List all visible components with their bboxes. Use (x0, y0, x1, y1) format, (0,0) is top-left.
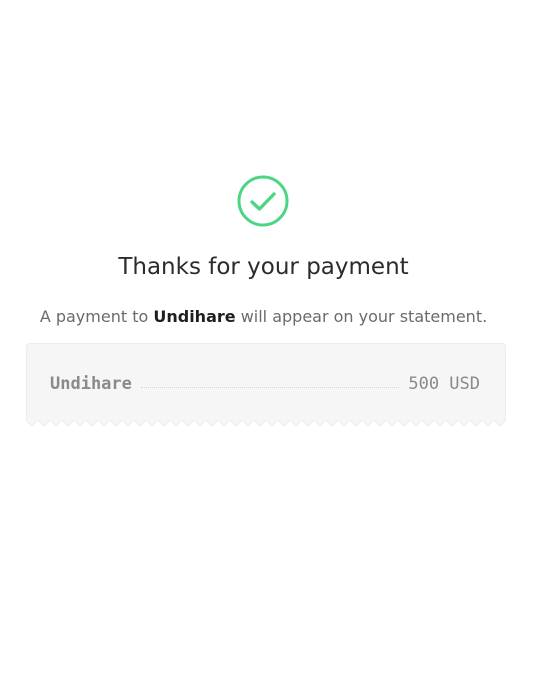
message-suffix: will appear on your statement. (235, 307, 488, 326)
message-prefix: A payment to (39, 307, 154, 326)
receipt-torn-edge (26, 420, 506, 430)
receipt-amount: 500 USD (408, 374, 480, 394)
receipt-merchant: Undihare (50, 374, 132, 394)
dotted-leader (140, 386, 400, 388)
check-circle-icon (237, 175, 289, 227)
page-title: Thanks for your payment (118, 254, 409, 280)
merchant-name: Undihare (153, 307, 236, 326)
receipt-card: Undihare 500 USD (26, 343, 506, 421)
confirmation-message: A payment to Undihare will appear on you… (0, 305, 527, 329)
receipt-line-item: Undihare 500 USD (50, 372, 480, 396)
